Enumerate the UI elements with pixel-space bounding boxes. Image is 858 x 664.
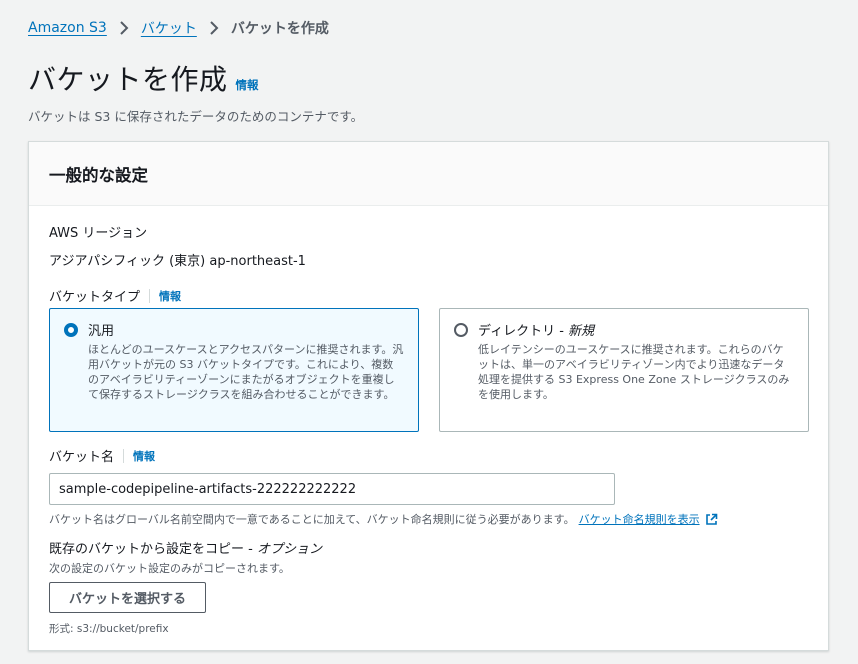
page-info-link[interactable]: 情報 xyxy=(236,77,259,93)
page-header: バケットを作成 情報 バケットは S3 に保存されたデータのためのコンテナです。 xyxy=(28,58,363,125)
divider xyxy=(123,448,125,463)
breadcrumb-amazon-s3[interactable]: Amazon S3 xyxy=(28,20,107,36)
bucket-name-input[interactable] xyxy=(49,473,615,505)
page-description: バケットは S3 に保存されたデータのためのコンテナです。 xyxy=(28,109,364,124)
bucket-name-label: バケット名 xyxy=(49,450,115,465)
bucket-name-hint-text: バケット名はグローバル名前空間内で一意であることに加えて、バケット命名規則に従う… xyxy=(49,513,575,526)
tile-general-purpose-description: ほとんどのユースケースとアクセスパターンに推奨されます。汎用バケットが元の S3… xyxy=(88,343,404,401)
breadcrumb-buckets[interactable]: バケット xyxy=(141,18,197,38)
bucket-name-label-row: バケット名 情報 xyxy=(49,446,809,465)
chevron-right-icon xyxy=(119,21,129,35)
panel-title: 一般的な設定 xyxy=(29,142,828,206)
tile-general-purpose-title: 汎用 xyxy=(88,324,115,339)
radio-directory[interactable] xyxy=(454,323,468,337)
region-label: AWS リージョン xyxy=(49,226,148,241)
bucket-type-label-row: バケットタイプ 情報 xyxy=(49,286,181,305)
tile-general-purpose[interactable]: 汎用 ほとんどのユースケースとアクセスパターンに推奨されます。汎用バケットが元の… xyxy=(49,308,419,432)
bucket-name-hint: バケット名はグローバル名前空間内で一意であることに加えて、バケット命名規則に従う… xyxy=(49,511,809,527)
choose-bucket-button[interactable]: バケットを選択する xyxy=(49,582,207,613)
page-title: バケットを作成 xyxy=(28,63,228,96)
breadcrumb-current: バケットを作成 xyxy=(230,21,329,37)
format-hint: 形式: s3://bucket/prefix xyxy=(49,623,169,635)
chevron-right-icon xyxy=(209,21,219,35)
naming-rules-link[interactable]: バケット命名規則を表示 xyxy=(579,511,700,527)
bucket-type-label: バケットタイプ xyxy=(49,290,141,305)
general-settings-panel: 一般的な設定 AWS リージョン アジアパシフィック (東京) ap-north… xyxy=(28,141,829,651)
copy-settings-title: 既存のバケットから設定をコピー - オプション xyxy=(49,542,322,557)
bucket-name-field: バケット名 情報 バケット名はグローバル名前空間内で一意であることに加えて、バケ… xyxy=(49,446,809,527)
tile-directory-description: 低レイテンシーのユースケースに推奨されます。これらのバケットは、単一のアベイラビ… xyxy=(478,343,790,401)
tile-directory[interactable]: ディレクトリ - 新規 低レイテンシーのユースケースに推奨されます。これらのバケ… xyxy=(439,308,809,432)
bucket-type-info-link[interactable]: 情報 xyxy=(159,288,181,304)
copy-settings-block: 既存のバケットから設定をコピー - オプション 次の設定のバケット設定のみがコピ… xyxy=(49,538,322,636)
breadcrumb: Amazon S3 バケット バケットを作成 xyxy=(28,18,329,38)
external-link-icon[interactable] xyxy=(705,513,718,526)
divider xyxy=(149,288,151,303)
region-value: アジアパシフィック (東京) ap-northeast-1 xyxy=(49,254,306,269)
bucket-name-info-link[interactable]: 情報 xyxy=(133,448,155,464)
tile-directory-title: ディレクトリ - 新規 xyxy=(478,324,595,339)
new-badge: 新規 xyxy=(568,324,595,339)
bucket-type-tiles: 汎用 ほとんどのユースケースとアクセスパターンに推奨されます。汎用バケットが元の… xyxy=(49,308,809,432)
radio-general-purpose[interactable] xyxy=(64,323,78,337)
copy-settings-description: 次の設定のバケット設定のみがコピーされます。 xyxy=(49,562,290,575)
panel-body: AWS リージョン アジアパシフィック (東京) ap-northeast-1 … xyxy=(49,222,809,635)
